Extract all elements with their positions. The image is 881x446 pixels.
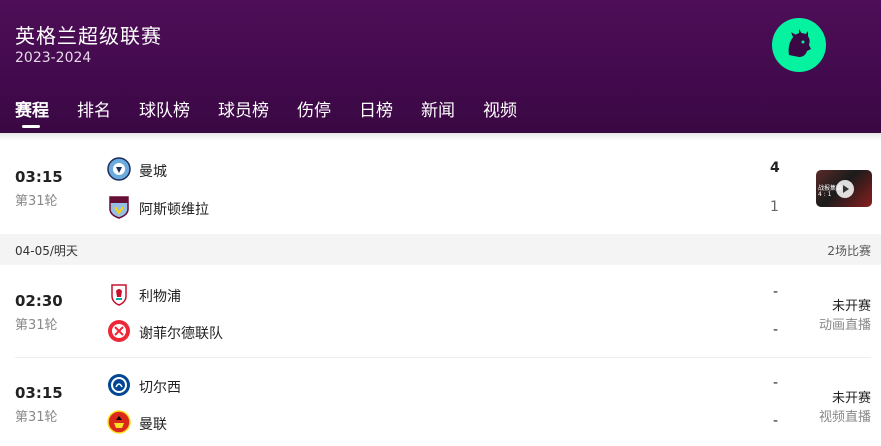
tab-injuries[interactable]: 伤停 (297, 96, 331, 126)
sheffield-united-crest-icon (108, 320, 130, 342)
aston-villa-crest-icon (109, 196, 129, 219)
league-header: 英格兰超级联赛 2023-2024 赛程 排名 球队榜 球员榜 伤停 日榜 新闻… (0, 0, 881, 133)
thumbnail-score: 4 : 1 (818, 191, 832, 198)
liverpool-crest-icon (111, 284, 127, 306)
match-round: 第31轮 (15, 410, 58, 425)
tab-standings[interactable]: 排名 (77, 96, 111, 126)
man-city-crest-icon (107, 157, 131, 181)
away-team-name: 曼联 (139, 417, 167, 433)
home-team-name: 利物浦 (139, 289, 181, 305)
home-score: - (773, 284, 779, 300)
tab-daily-rank[interactable]: 日榜 (359, 96, 393, 126)
match-round: 第31轮 (15, 318, 58, 333)
row-divider (15, 357, 871, 358)
tab-schedule[interactable]: 赛程 (15, 96, 49, 128)
match-date: 04-05/明天 (15, 244, 78, 258)
header-shadow (0, 133, 881, 141)
broadcast-link[interactable]: 视频直播 (819, 406, 871, 425)
match-time: 02:30 (15, 292, 63, 310)
tab-team-stats[interactable]: 球队榜 (139, 96, 190, 126)
away-team-name: 阿斯顿维拉 (139, 202, 209, 218)
home-score: 4 (770, 160, 780, 176)
chelsea-crest-icon (108, 374, 130, 396)
home-score: - (773, 375, 779, 391)
away-team-name: 谢菲尔德联队 (139, 326, 223, 342)
away-score: - (773, 322, 779, 338)
play-icon[interactable] (836, 180, 854, 198)
tab-player-stats[interactable]: 球员榜 (218, 96, 269, 126)
broadcast-link[interactable]: 动画直播 (819, 314, 871, 333)
tab-videos[interactable]: 视频 (483, 96, 517, 126)
league-title: 英格兰超级联赛 (15, 24, 162, 48)
man-united-crest-icon (107, 410, 131, 434)
tab-news[interactable]: 新闻 (421, 96, 455, 126)
date-header: 04-05/明天 2场比赛 (0, 234, 881, 265)
season-label: 2023-2024 (15, 50, 92, 66)
home-team-name: 切尔西 (139, 380, 181, 396)
away-score: - (773, 413, 779, 429)
match-status: 未开赛 (831, 299, 871, 314)
match-round: 第31轮 (15, 194, 58, 209)
premier-league-lion-icon (772, 18, 826, 72)
match-count: 2场比赛 (827, 244, 871, 258)
away-score: 1 (770, 199, 779, 215)
match-time: 03:15 (15, 168, 63, 186)
league-tabs: 赛程 排名 球队榜 球员榜 伤停 日榜 新闻 视频 (15, 96, 545, 128)
match-status: 未开赛 (831, 391, 871, 406)
highlight-video-thumbnail[interactable]: 战报集锦 4 : 1 (816, 170, 872, 207)
home-team-name: 曼城 (139, 164, 167, 180)
match-time: 03:15 (15, 384, 63, 402)
